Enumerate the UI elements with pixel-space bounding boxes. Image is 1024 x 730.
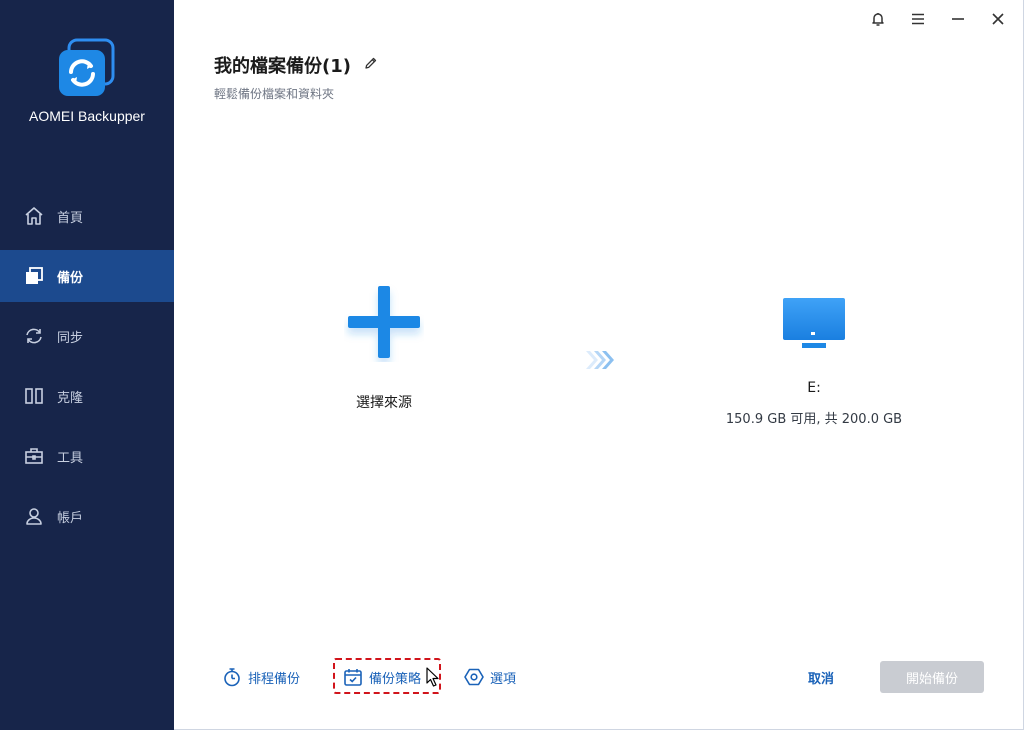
- select-source-button[interactable]: 選擇來源: [324, 282, 444, 412]
- close-icon: [990, 11, 1006, 31]
- account-icon: [24, 506, 44, 526]
- sidebar-item-label: 同步: [57, 330, 84, 346]
- sidebar-item-label: 克隆: [57, 390, 84, 406]
- destination-drive[interactable]: E: 150.9 GB 可用, 共 200.0 GB: [714, 292, 914, 427]
- start-backup-button[interactable]: 開始備份: [880, 661, 984, 693]
- bell-icon: [870, 11, 886, 31]
- close-button[interactable]: [983, 10, 1013, 32]
- sidebar-item-label: 備份: [57, 270, 84, 286]
- destination-capacity: 150.9 GB 可用, 共 200.0 GB: [725, 412, 903, 427]
- sidebar-item-label: 首頁: [57, 210, 84, 226]
- minimize-icon: [950, 11, 966, 31]
- schedule-backup-label: 排程備份: [248, 671, 301, 687]
- minimize-button[interactable]: [943, 10, 973, 32]
- page-header: 我的檔案備份(1): [214, 52, 379, 78]
- schedule-backup-button[interactable]: 排程備份: [222, 660, 300, 694]
- backup-icon: [24, 266, 44, 286]
- home-icon: [24, 206, 44, 226]
- tools-icon: [24, 446, 44, 466]
- sidebar-item-label: 工具: [57, 450, 84, 466]
- bottom-toolbar: 排程備份 備份策略 選項 取消 開始備份: [174, 658, 1024, 694]
- page-subtitle: 輕鬆備份檔案和資料夾: [214, 87, 335, 101]
- window-controls: [863, 10, 1013, 32]
- sidebar-item-home[interactable]: 首頁: [0, 190, 174, 242]
- clone-icon: [24, 386, 44, 406]
- backup-scheme-label: 備份策略: [369, 671, 422, 687]
- select-source-label: 選擇來源: [356, 395, 412, 411]
- hamburger-menu-icon: [910, 11, 926, 31]
- sidebar: AOMEI Backupper 首頁 備份 同步 克隆 工具 帳戶: [0, 0, 174, 730]
- sidebar-item-account[interactable]: 帳戶: [0, 490, 174, 542]
- menu-button[interactable]: [903, 10, 933, 32]
- pencil-icon: [363, 55, 379, 75]
- monitor-drive-icon: [779, 298, 849, 356]
- calendar-check-icon: [343, 667, 363, 687]
- page-title: 我的檔案備份(1): [214, 56, 351, 77]
- sidebar-item-sync[interactable]: 同步: [0, 310, 174, 362]
- direction-arrows-icon: [584, 349, 618, 375]
- options-button[interactable]: 選項: [464, 660, 516, 694]
- options-label: 選項: [490, 671, 517, 687]
- add-plus-icon: [344, 286, 424, 366]
- destination-drive-letter: E:: [807, 380, 821, 396]
- backup-scheme-button[interactable]: 備份策略: [343, 660, 421, 694]
- stopwatch-icon: [222, 667, 242, 687]
- sidebar-item-label: 帳戶: [57, 510, 84, 526]
- sidebar-item-clone[interactable]: 克隆: [0, 370, 174, 422]
- notification-button[interactable]: [863, 10, 893, 32]
- cancel-button[interactable]: 取消: [808, 660, 834, 694]
- main-panel: 我的檔案備份(1) 輕鬆備份檔案和資料夾 選擇來源 E: 150.9 GB 可用…: [174, 0, 1024, 730]
- aomei-logo-icon: [57, 38, 117, 98]
- mouse-cursor-icon: [426, 667, 440, 691]
- edit-title-button[interactable]: [363, 57, 379, 73]
- settings-hexagon-icon: [464, 667, 484, 687]
- sidebar-item-backup[interactable]: 備份: [0, 250, 174, 302]
- sidebar-item-tools[interactable]: 工具: [0, 430, 174, 482]
- app-name: AOMEI Backupper: [29, 108, 145, 124]
- app-logo: AOMEI Backupper: [0, 38, 174, 124]
- sidebar-nav: 首頁 備份 同步 克隆 工具 帳戶: [0, 190, 174, 550]
- sync-icon: [24, 326, 44, 346]
